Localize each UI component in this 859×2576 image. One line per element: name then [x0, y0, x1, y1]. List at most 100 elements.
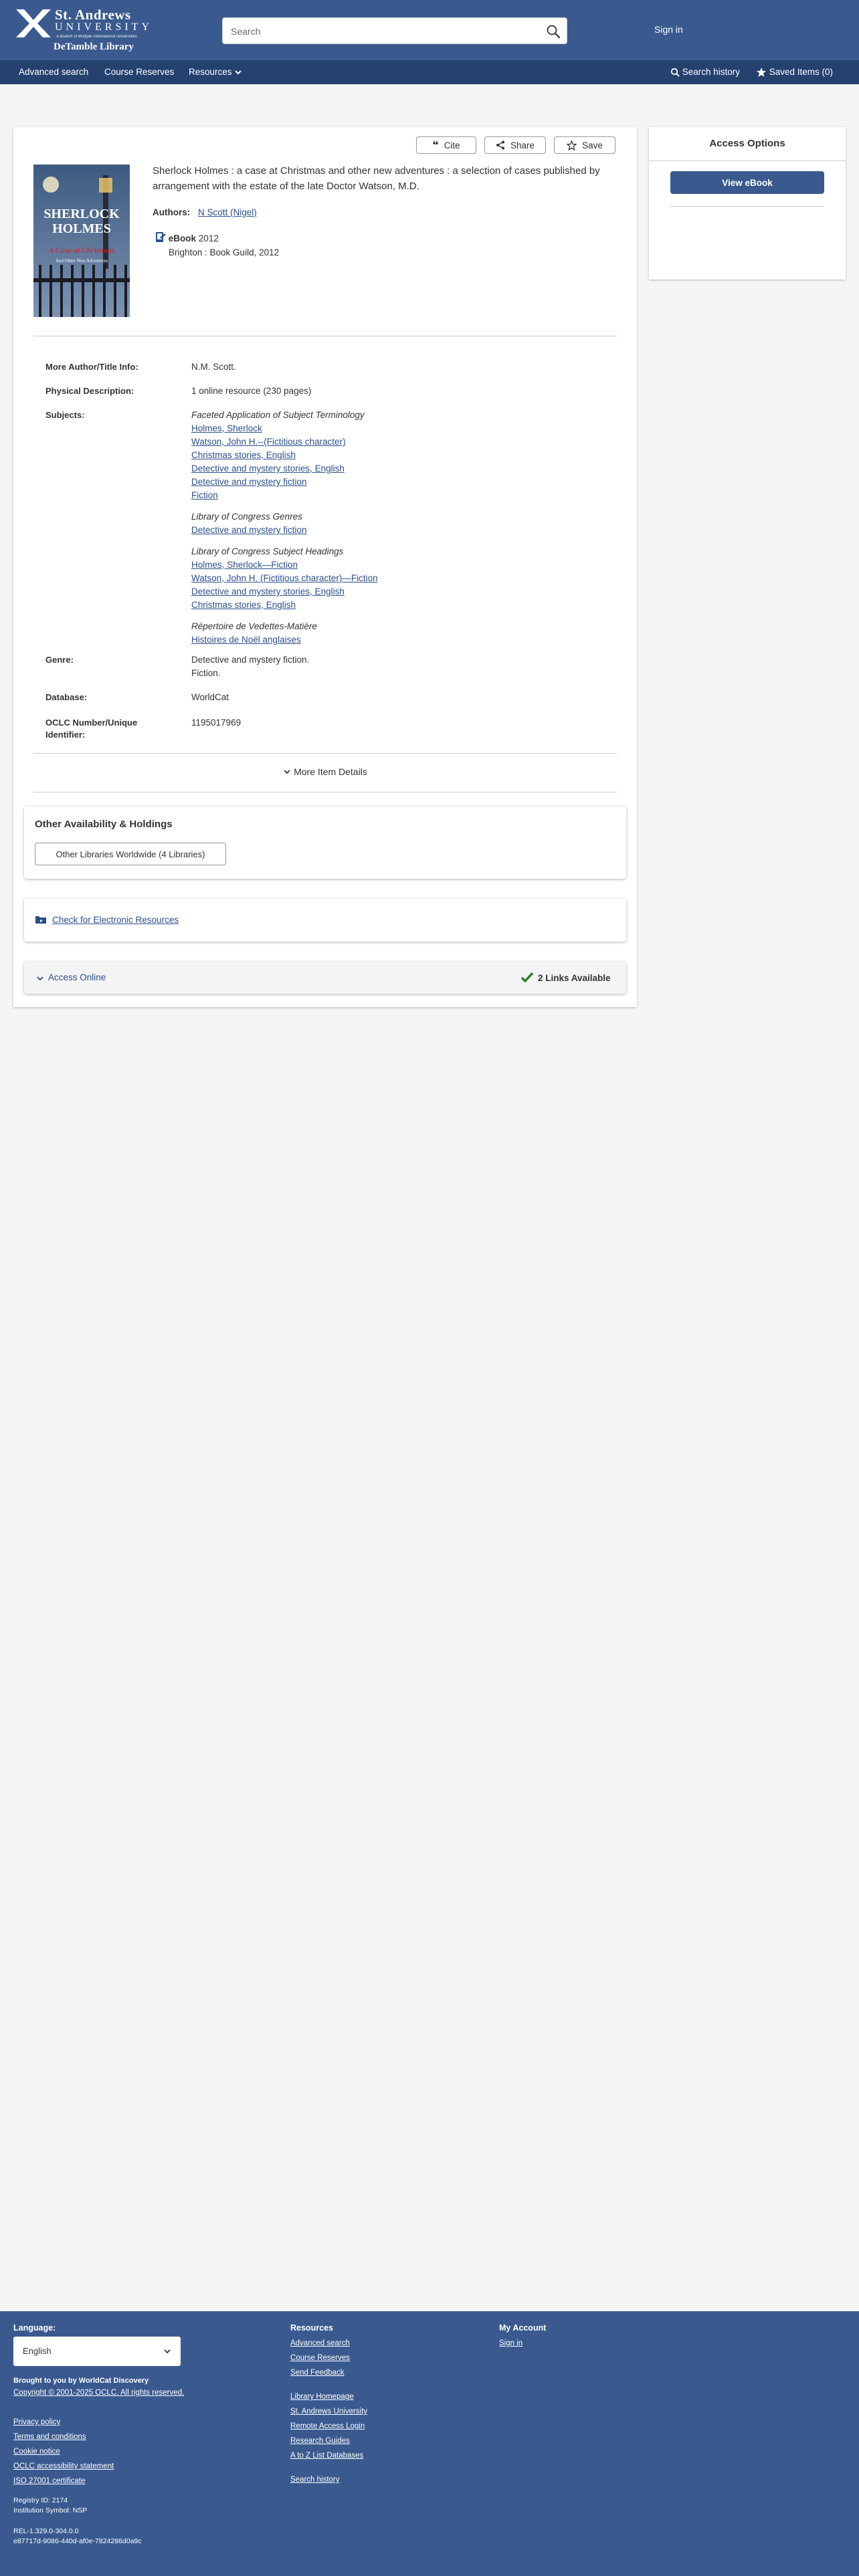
build-hash: e87717d-9086-440d-af0e-7824286d0a9c: [13, 2537, 142, 2545]
other-libraries-button[interactable]: Other Libraries Worldwide (4 Libraries): [35, 843, 226, 865]
access-online-panel[interactable]: Access Online 2 Links Available: [24, 962, 626, 994]
genre-item: Detective and mystery fiction.: [191, 655, 310, 665]
authors-label: Authors:: [153, 207, 191, 217]
footer-link[interactable]: Advanced search: [290, 2339, 464, 2347]
more-item-details-toggle[interactable]: More Item Details: [13, 766, 637, 777]
authors-row: Authors: N Scott (Nigel): [153, 207, 257, 217]
nav-advanced-search[interactable]: Advanced search: [19, 67, 88, 77]
subject-link[interactable]: Detective and mystery fiction: [191, 524, 378, 537]
nav-search-history-label: Search history: [682, 67, 741, 77]
cover-subtitle2: And Other New Adventures: [56, 258, 108, 263]
footer-link[interactable]: Library Homepage: [290, 2393, 464, 2401]
footer-link[interactable]: St. Andrews University: [290, 2407, 464, 2416]
iso-certificate-link[interactable]: ISO 27001 certificate: [13, 2477, 268, 2485]
star-outline-icon: [567, 140, 577, 150]
oclc-label: OCLC Number/Unique Identifier:: [45, 717, 137, 741]
footer-link[interactable]: Remote Access Login: [290, 2422, 464, 2430]
more-item-details-label: More Item Details: [294, 766, 367, 777]
footer-col-account: My Account Sign in: [499, 2323, 673, 2354]
nav-saved-items[interactable]: Saved Items (0): [756, 67, 833, 78]
database-label: Database:: [45, 692, 88, 702]
quote-icon: ❝: [432, 138, 439, 151]
cookie-notice-link[interactable]: Cookie notice: [13, 2448, 268, 2456]
subject-link[interactable]: Watson, John H. (Fictitious character)—F…: [191, 572, 378, 585]
brought-by: Brought to you by WorldCat Discovery: [13, 2377, 149, 2385]
search-icon[interactable]: [545, 23, 561, 39]
footer-link[interactable]: Course Reserves: [290, 2354, 464, 2362]
subject-link[interactable]: Histoires de Noël anglaises: [191, 633, 378, 647]
cite-button[interactable]: ❝ Cite: [416, 136, 476, 154]
footer-link[interactable]: A to Z List Databases: [290, 2452, 464, 2460]
subject-group-heading: Library of Congress Genres: [191, 512, 302, 522]
copyright-link[interactable]: Copyright © 2001-2025 OCLC. All rights r…: [13, 2389, 268, 2397]
site-footer: Language: English Brought to you by Worl…: [0, 2311, 859, 2576]
author-link[interactable]: N Scott (Nigel): [198, 207, 257, 217]
terms-link[interactable]: Terms and conditions: [13, 2433, 268, 2441]
share-icon: [496, 140, 504, 150]
nav-resources[interactable]: Resources: [189, 67, 242, 77]
subject-link[interactable]: Holmes, Sherlock—Fiction: [191, 558, 378, 572]
more-author-value: N.M. Scott.: [191, 362, 236, 372]
footer-link[interactable]: Send Feedback: [290, 2369, 464, 2377]
accessibility-link[interactable]: OCLC accessibility statement: [13, 2462, 268, 2470]
institution-symbol: Institution Symbol: NSP: [13, 2506, 88, 2514]
nav-search-history[interactable]: Search history: [670, 67, 741, 78]
links-available-label: 2 Links Available: [538, 973, 611, 983]
subject-link[interactable]: Christmas stories, English: [191, 449, 378, 462]
sign-in-link[interactable]: Sign in: [654, 24, 683, 35]
search-box: [222, 17, 567, 44]
subject-link[interactable]: Detective and mystery stories, English: [191, 585, 378, 599]
chevron-down-icon: [37, 976, 43, 981]
availability-panel: Other Availability & Holdings Other Libr…: [24, 807, 626, 879]
format-year: 2012: [198, 233, 219, 243]
subject-link[interactable]: Watson, John H.--(Fictitious character): [191, 435, 378, 449]
subject-group-heading: Library of Congress Subject Headings: [191, 546, 344, 556]
format-type: eBook: [168, 233, 197, 243]
access-options-panel: Access Options View eBook: [649, 127, 846, 280]
genre-value: Detective and mystery fiction. Fiction.: [191, 653, 309, 680]
check-electronic-resources-link[interactable]: Check for Electronic Resources: [52, 915, 179, 925]
cover-subtitle: A Case at Christmas: [48, 245, 115, 255]
subject-link[interactable]: Fiction: [191, 489, 378, 502]
book-cover[interactable]: SHERLOCK HOLMES A Case at Christmas And …: [33, 165, 130, 317]
save-button[interactable]: Save: [554, 136, 615, 154]
footer-link[interactable]: Research Guides: [290, 2437, 464, 2445]
logo-tagline: A Branch of Multiple International Unive…: [56, 35, 137, 39]
subject-link[interactable]: Christmas stories, English: [191, 599, 378, 612]
privacy-policy-link[interactable]: Privacy policy: [13, 2418, 268, 2426]
record-title: Sherlock Holmes : a case at Christmas an…: [153, 165, 600, 192]
footer-search-history-link[interactable]: Search history: [290, 2476, 464, 2484]
share-label: Share: [510, 140, 535, 150]
search-input[interactable]: [231, 24, 532, 39]
ebook-icon: [156, 232, 166, 242]
subject-group-heading: Répertoire de Vedettes-Matière: [191, 621, 317, 631]
cover-title-line2: HOLMES: [52, 221, 111, 236]
view-ebook-button[interactable]: View eBook: [670, 171, 824, 194]
genre-label: Genre:: [45, 655, 74, 665]
footer-sign-in-link[interactable]: Sign in: [499, 2339, 673, 2347]
subject-link[interactable]: Detective and mystery stories, English: [191, 462, 378, 475]
language-select[interactable]: English: [13, 2337, 181, 2366]
nav-resources-label: Resources: [189, 67, 232, 77]
physical-desc-label: Physical Description:: [45, 386, 134, 396]
subject-group-heading: Faceted Application of Subject Terminolo…: [191, 410, 365, 420]
main-nav: Advanced search Course Reserves Resource…: [0, 60, 859, 84]
subject-link[interactable]: Holmes, Sherlock: [191, 422, 378, 435]
search-icon: [670, 68, 680, 78]
database-value: WorldCat: [191, 692, 229, 702]
access-options-heading: Access Options: [709, 138, 785, 149]
subjects-label: Subjects:: [45, 410, 85, 420]
nav-saved-items-label: Saved Items (0): [769, 67, 834, 77]
oclc-value: 1195017969: [191, 718, 242, 728]
registry-id: Registry ID: 2174: [13, 2496, 68, 2504]
share-button[interactable]: Share: [484, 136, 546, 154]
university-logo[interactable]: St. Andrews UNIVERSITY A Branch of Multi…: [15, 5, 149, 55]
cover-title-line1: SHERLOCK: [43, 207, 120, 221]
my-account-heading: My Account: [499, 2323, 547, 2333]
electronic-resources-panel: Check for Electronic Resources: [24, 899, 626, 942]
subject-link[interactable]: Detective and mystery fiction: [191, 475, 378, 489]
nav-course-reserves[interactable]: Course Reserves: [104, 67, 174, 77]
language-label: Language:: [13, 2323, 56, 2333]
divider: [670, 206, 824, 207]
footer-col-resources: Resources Advanced search Course Reserve…: [290, 2323, 464, 2490]
